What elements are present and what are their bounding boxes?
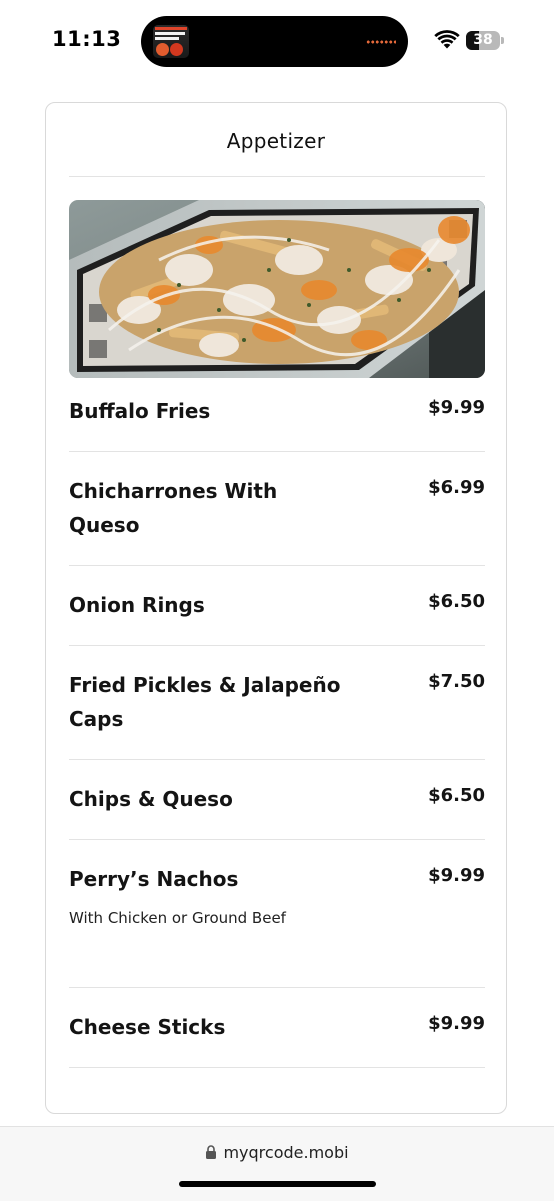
item-name: Onion Rings bbox=[69, 593, 205, 617]
browser-url-bar[interactable]: myqrcode.mobi bbox=[0, 1126, 554, 1201]
buffalo-fries-image[interactable] bbox=[69, 200, 485, 378]
item-price: $6.99 bbox=[428, 477, 485, 498]
battery-tip bbox=[501, 37, 504, 44]
divider bbox=[69, 565, 485, 566]
home-indicator[interactable] bbox=[179, 1181, 376, 1187]
item-name: Fried Pickles & Jalapeño Caps bbox=[69, 673, 341, 731]
status-time: 11:13 bbox=[52, 27, 122, 51]
divider bbox=[69, 176, 485, 177]
wifi-icon bbox=[434, 30, 460, 49]
item-price: $6.50 bbox=[428, 785, 485, 806]
item-price: $9.99 bbox=[428, 397, 485, 418]
divider bbox=[69, 839, 485, 840]
item-price: $9.99 bbox=[428, 865, 485, 886]
divider bbox=[69, 645, 485, 646]
address-field[interactable]: myqrcode.mobi bbox=[0, 1143, 554, 1162]
url-text: myqrcode.mobi bbox=[223, 1143, 349, 1162]
item-price: $9.99 bbox=[428, 1013, 485, 1034]
item-price: $6.50 bbox=[428, 591, 485, 612]
battery-percent: 38 bbox=[473, 32, 493, 48]
divider bbox=[69, 1067, 485, 1068]
item-name: Chips & Queso bbox=[69, 787, 233, 811]
battery-indicator: 38 bbox=[466, 31, 500, 50]
lock-icon bbox=[206, 1145, 217, 1159]
item-name: Chicharrones With Queso bbox=[69, 479, 278, 537]
item-name: Perry’s Nachos bbox=[69, 867, 239, 891]
dynamic-island[interactable] bbox=[141, 16, 408, 67]
item-price: $7.50 bbox=[428, 671, 485, 692]
section-title: Appetizer bbox=[226, 129, 326, 153]
loaded-fries-photo bbox=[69, 200, 485, 378]
item-description: With Chicken or Ground Beef bbox=[69, 909, 286, 927]
divider bbox=[69, 451, 485, 452]
divider bbox=[69, 987, 485, 988]
audio-waveform-icon bbox=[366, 40, 396, 44]
divider bbox=[69, 759, 485, 760]
item-name: Cheese Sticks bbox=[69, 1015, 226, 1039]
now-playing-artwork bbox=[153, 25, 189, 58]
item-name: Buffalo Fries bbox=[69, 399, 211, 423]
status-bar: 11:13 38 bbox=[0, 0, 554, 84]
